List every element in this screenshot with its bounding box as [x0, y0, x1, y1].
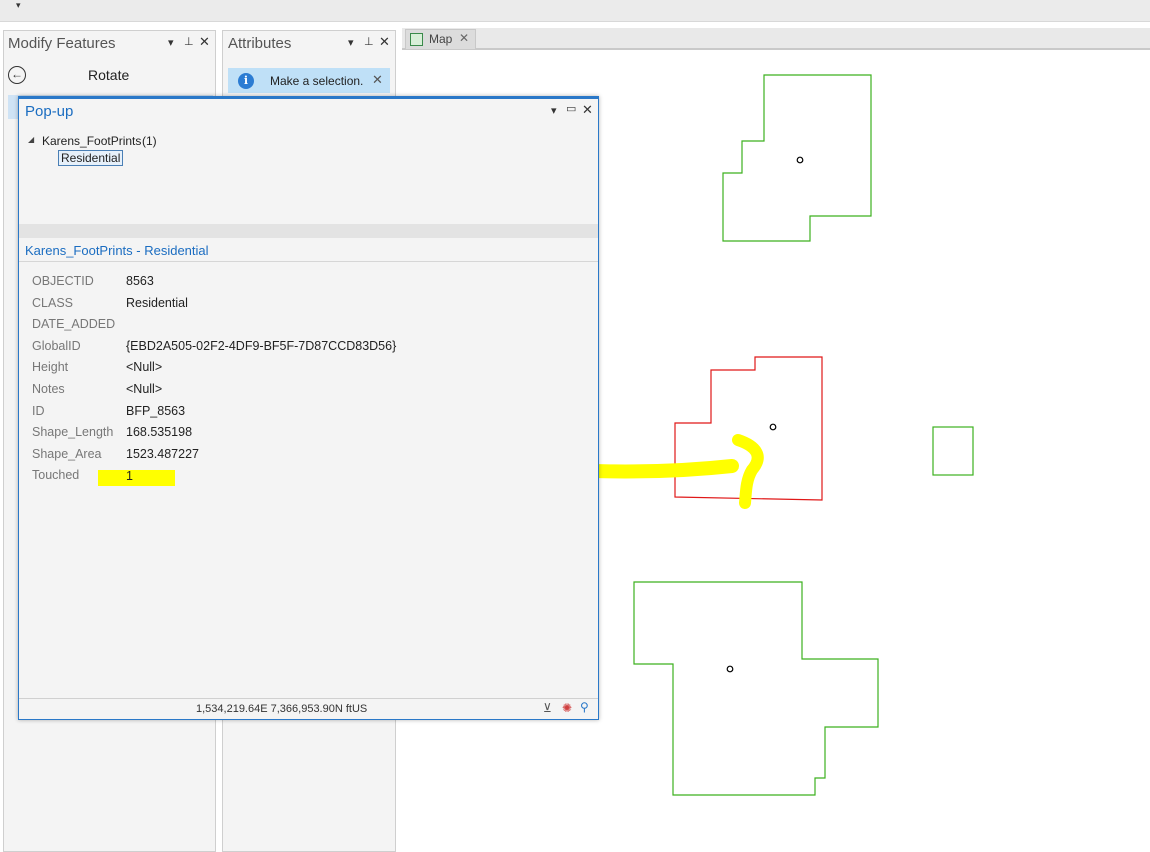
popup-title: Pop-up: [25, 103, 74, 120]
field-name: Touched: [32, 468, 80, 482]
field-name: Shape_Length: [32, 425, 114, 439]
field-value: <Null>: [126, 360, 163, 374]
field-value: BFP_8563: [126, 404, 186, 418]
tree-expander-icon[interactable]: ◢: [28, 135, 34, 144]
popup-menu-icon[interactable]: ▾: [551, 104, 557, 117]
feature-header: Karens_FootPrints - Residential: [25, 243, 209, 258]
feature-centroid: [769, 423, 777, 431]
field-name: Notes: [32, 382, 65, 396]
highlight-mark: [98, 470, 175, 486]
field-name: GlobalID: [32, 339, 81, 353]
filter-icon[interactable]: ⊻: [543, 701, 552, 715]
feature-centroid: [796, 156, 804, 164]
close-icon[interactable]: ✕: [582, 102, 593, 118]
header-divider: [19, 261, 598, 262]
field-name: OBJECTID: [32, 274, 94, 288]
field-name: Shape_Area: [32, 447, 102, 461]
field-name: Height: [32, 360, 69, 374]
building-footprint[interactable]: [633, 581, 879, 796]
flash-icon[interactable]: ✺: [562, 701, 572, 715]
feature-centroid: [726, 665, 734, 673]
building-footprint[interactable]: [932, 426, 974, 476]
field-value: Residential: [126, 296, 188, 310]
tree-feature-count: (1): [142, 134, 157, 148]
field-value: {EBD2A505-02F2-4DF9-BF5F-7D87CCD83D56}: [126, 339, 397, 353]
field-value: <Null>: [126, 382, 163, 396]
field-value: 8563: [126, 274, 154, 288]
maximize-icon[interactable]: ▭: [566, 102, 576, 115]
popup-window: [18, 96, 599, 720]
field-name: CLASS: [32, 296, 73, 310]
field-name: ID: [32, 404, 45, 418]
splitter-bar[interactable]: [19, 224, 598, 238]
field-value: 168.535198: [126, 425, 193, 439]
building-footprint[interactable]: [722, 74, 872, 242]
tree-layer-name[interactable]: Karens_FootPrints: [42, 134, 141, 148]
field-name: DATE_ADDED: [32, 317, 116, 331]
zoom-to-icon[interactable]: ⚲: [580, 700, 589, 714]
annotation-arrowhead: [732, 434, 764, 509]
field-value: 1: [126, 469, 133, 483]
coordinate-readout: 1,534,219.64E 7,366,953.90N ftUS: [196, 703, 368, 715]
field-value: 1523.487227: [126, 447, 199, 461]
tree-feature-item[interactable]: Residential: [58, 150, 124, 166]
